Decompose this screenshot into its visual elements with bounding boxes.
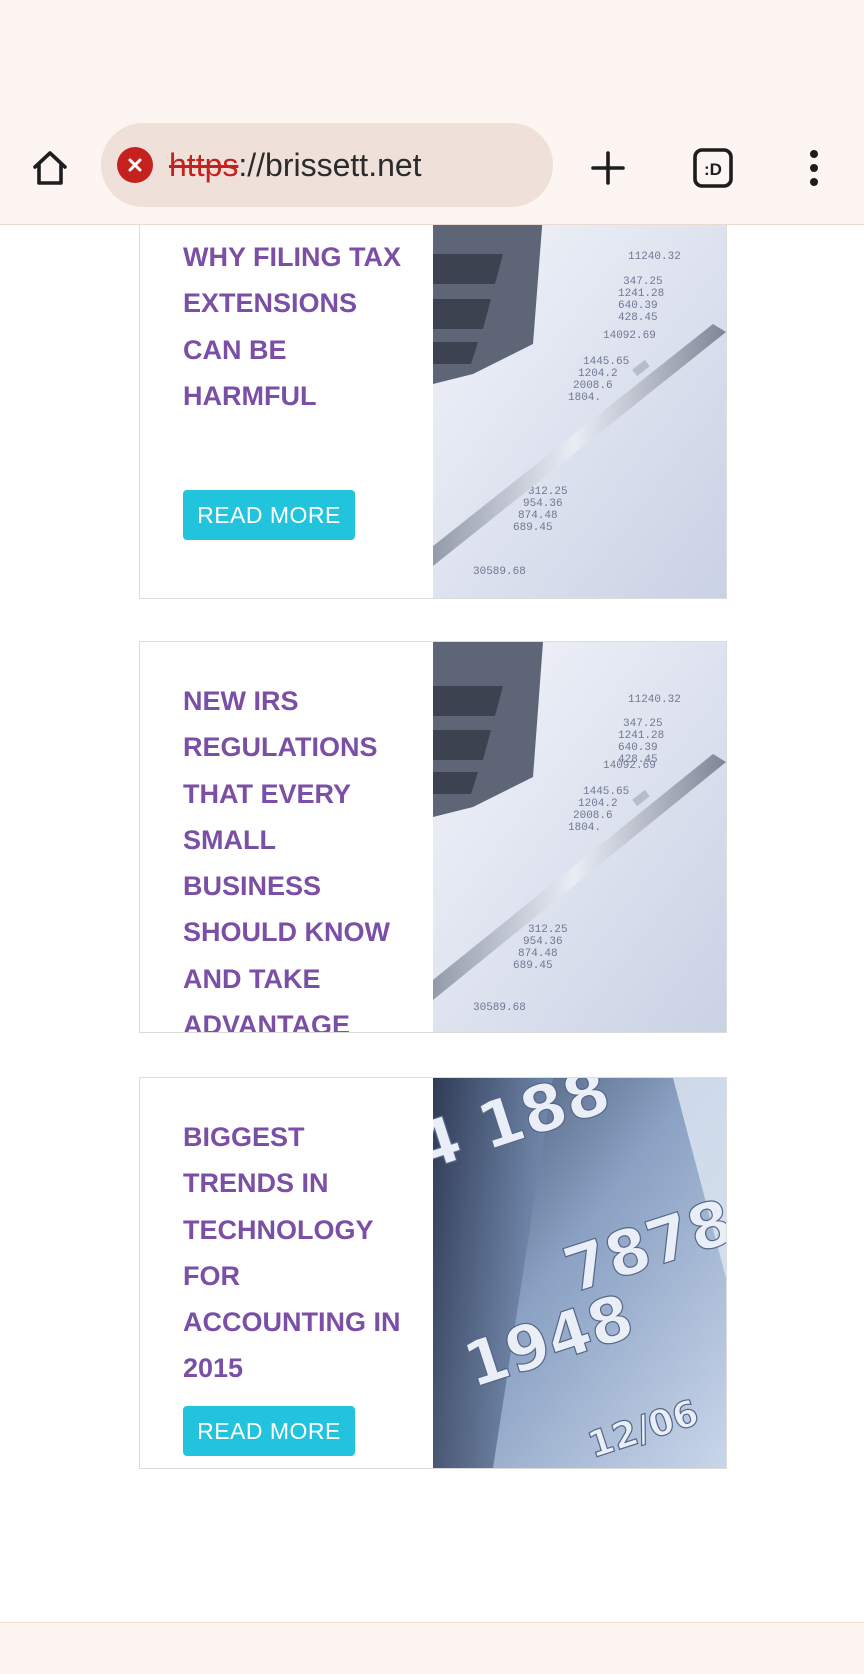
calculator-pen-photo[interactable]: 11240.32 347.25 1241.28 640.39 428.45 14… bbox=[433, 642, 726, 1032]
status-bar bbox=[0, 0, 864, 112]
read-more-button[interactable]: READ MORE bbox=[183, 490, 355, 540]
svg-text:1445.65: 1445.65 bbox=[583, 786, 629, 798]
svg-text:11240.32: 11240.32 bbox=[628, 694, 681, 706]
article-text: BIGGEST TRENDS IN TECHNOLOGY FOR ACCOUNT… bbox=[140, 1078, 433, 1468]
svg-text:2008.6: 2008.6 bbox=[573, 380, 613, 392]
svg-text:1804.: 1804. bbox=[568, 822, 601, 834]
url-scheme: https bbox=[169, 146, 239, 183]
svg-text:11240.32: 11240.32 bbox=[628, 251, 681, 263]
tab-switcher-button[interactable]: :D bbox=[681, 136, 745, 200]
url-text[interactable]: https://brissett.net bbox=[169, 147, 422, 184]
svg-text:1204.2: 1204.2 bbox=[578, 798, 618, 810]
svg-text:1241.28: 1241.28 bbox=[618, 730, 664, 742]
credit-card-photo[interactable]: 4 188 7878 1948 12/06 bbox=[433, 1078, 726, 1468]
svg-text:954.36: 954.36 bbox=[523, 936, 563, 948]
bottom-bar bbox=[0, 1622, 864, 1674]
article-title[interactable]: WHY FILING TAX EXTENSIONS CAN BE HARMFUL bbox=[183, 234, 413, 419]
article-text: NEW IRS REGULATIONS THAT EVERY SMALL BUS… bbox=[140, 642, 433, 1032]
url-host: ://brissett.net bbox=[238, 146, 422, 183]
new-tab-button[interactable] bbox=[576, 136, 640, 200]
svg-text:1204.2: 1204.2 bbox=[578, 368, 618, 380]
svg-text:2008.6: 2008.6 bbox=[573, 810, 613, 822]
article-title[interactable]: NEW IRS REGULATIONS THAT EVERY SMALL BUS… bbox=[183, 678, 413, 1032]
article-text: WHY FILING TAX EXTENSIONS CAN BE HARMFUL… bbox=[140, 225, 433, 598]
svg-text:347.25: 347.25 bbox=[623, 276, 663, 288]
svg-text:1445.65: 1445.65 bbox=[583, 356, 629, 368]
svg-text:347.25: 347.25 bbox=[623, 718, 663, 730]
tab-switcher-label: :D bbox=[704, 160, 722, 179]
home-icon bbox=[33, 151, 67, 185]
svg-text:640.39: 640.39 bbox=[618, 742, 658, 754]
svg-text:689.45: 689.45 bbox=[513, 960, 553, 972]
home-button[interactable] bbox=[18, 136, 82, 200]
svg-text:312.25: 312.25 bbox=[528, 486, 568, 498]
calculator-pen-photo[interactable]: 11240.32 347.25 1241.28 640.39 428.45 14… bbox=[433, 225, 726, 598]
svg-text:874.48: 874.48 bbox=[518, 510, 558, 522]
svg-text:14092.69: 14092.69 bbox=[603, 330, 656, 342]
article-card: WHY FILING TAX EXTENSIONS CAN BE HARMFUL… bbox=[139, 225, 727, 599]
tab-switcher-icon: :D bbox=[693, 148, 733, 188]
svg-text:428.45: 428.45 bbox=[618, 312, 658, 324]
article-card: NEW IRS REGULATIONS THAT EVERY SMALL BUS… bbox=[139, 641, 727, 1033]
article-card: BIGGEST TRENDS IN TECHNOLOGY FOR ACCOUNT… bbox=[139, 1077, 727, 1469]
svg-text:640.39: 640.39 bbox=[618, 300, 658, 312]
overflow-menu-icon bbox=[810, 150, 818, 186]
article-title[interactable]: BIGGEST TRENDS IN TECHNOLOGY FOR ACCOUNT… bbox=[183, 1114, 413, 1392]
address-bar[interactable]: https://brissett.net bbox=[101, 123, 553, 207]
svg-text:689.45: 689.45 bbox=[513, 522, 553, 534]
read-more-button[interactable]: READ MORE bbox=[183, 1406, 355, 1456]
svg-text:874.48: 874.48 bbox=[518, 948, 558, 960]
page-content: WHY FILING TAX EXTENSIONS CAN BE HARMFUL… bbox=[0, 225, 864, 1622]
svg-text:30589.68: 30589.68 bbox=[473, 566, 526, 578]
svg-text:1804.: 1804. bbox=[568, 392, 601, 404]
svg-text:954.36: 954.36 bbox=[523, 498, 563, 510]
svg-text:312.25: 312.25 bbox=[528, 924, 568, 936]
svg-text:14092.69: 14092.69 bbox=[603, 760, 656, 772]
browser-toolbar: https://brissett.net :D bbox=[0, 112, 864, 225]
svg-text:30589.68: 30589.68 bbox=[473, 1002, 526, 1014]
overflow-menu-button[interactable] bbox=[782, 136, 846, 200]
svg-text:1241.28: 1241.28 bbox=[618, 288, 664, 300]
plus-icon bbox=[591, 151, 625, 185]
not-secure-icon[interactable] bbox=[117, 147, 153, 183]
